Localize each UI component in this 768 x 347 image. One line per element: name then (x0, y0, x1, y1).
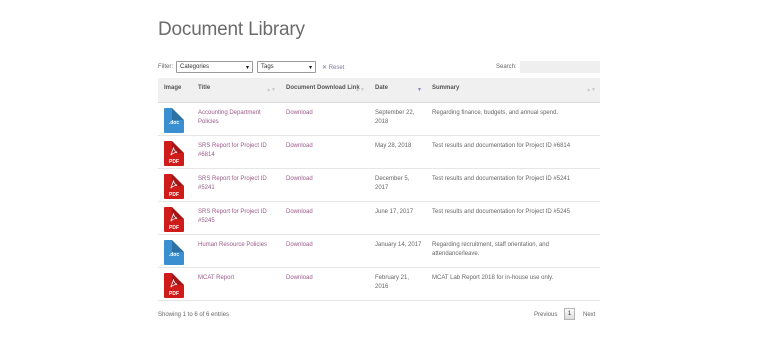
file-type-label: .doc (168, 120, 180, 126)
table-row: .doc Human Resource Policies Download Janua… (158, 234, 600, 268)
document-title-link[interactable]: SRS Report for Project ID #6814 (198, 143, 267, 158)
categories-select[interactable]: Categories ▾ (176, 61, 253, 73)
next-page-button[interactable]: Next (583, 312, 595, 318)
document-title-link[interactable]: Human Resource Policies (198, 242, 267, 248)
file-type-label: PDF (169, 192, 179, 198)
pdf-file-icon[interactable]: PDF (164, 207, 184, 232)
download-link[interactable]: Download (286, 176, 313, 182)
table-row: PDF SRS Report for Project ID #6814 Downlo… (158, 135, 600, 169)
pdf-glyph (170, 147, 178, 156)
download-cell: Download (280, 234, 369, 268)
date-cell: May 28, 2018 (369, 135, 426, 169)
image-cell: .doc (158, 234, 192, 268)
table-controls: Filter: Categories ▾ Tags ▾ ✕ Reset Sear… (158, 61, 600, 75)
doc-file-icon[interactable]: .doc (164, 240, 184, 265)
date-cell: June 17, 2017 (369, 201, 426, 235)
title-cell: Human Resource Policies (192, 234, 280, 268)
download-cell: Download (280, 102, 369, 136)
pdf-file-icon[interactable]: PDF (164, 174, 184, 199)
download-link[interactable]: Download (286, 242, 313, 248)
pdf-file-icon[interactable]: PDF (164, 141, 184, 166)
image-cell: .doc (158, 102, 192, 136)
pdf-file-icon[interactable]: PDF (164, 273, 184, 298)
document-title-link[interactable]: MCAT Report (198, 275, 234, 281)
image-cell: PDF (158, 201, 192, 235)
download-link[interactable]: Download (286, 275, 313, 281)
previous-page-button[interactable]: Previous (534, 312, 557, 318)
entries-info: Showing 1 to 6 of 6 entries (158, 312, 230, 318)
download-link[interactable]: Download (286, 143, 313, 149)
image-cell: PDF (158, 267, 192, 301)
date-cell: February 21, 2016 (369, 267, 426, 301)
reset-label: Reset (328, 65, 345, 71)
pdf-glyph (170, 213, 178, 222)
tags-select[interactable]: Tags ▾ (257, 61, 316, 73)
sort-icon: ▲▼ (266, 87, 276, 93)
download-cell: Download (280, 267, 369, 301)
reset-filter-link[interactable]: ✕ Reset (322, 64, 344, 71)
column-header-image: Image (158, 78, 192, 103)
filter-label: Filter: (158, 64, 173, 70)
table-row: PDF SRS Report for Project ID #5241 Downlo… (158, 168, 600, 202)
chevron-down-icon: ▾ (308, 65, 312, 71)
date-cell: January 14, 2017 (369, 234, 426, 268)
table-footer: Showing 1 to 6 of 6 entries Previous 1 N… (158, 308, 600, 325)
page-title: Document Library (158, 19, 305, 40)
sort-descending-icon: ▼ (417, 87, 422, 93)
download-cell: Download (280, 135, 369, 169)
pdf-glyph (170, 279, 178, 288)
table-row: PDF MCAT Report Download February 21, 2016 M… (158, 267, 600, 301)
download-cell: Download (280, 168, 369, 202)
sort-icon: ▲▼ (586, 87, 596, 93)
summary-cell: Test results and documentation for Proje… (426, 135, 600, 169)
chevron-down-icon: ▾ (245, 65, 249, 71)
date-cell: December 5, 2017 (369, 168, 426, 202)
summary-cell: Regarding recruitment, staff orientation… (426, 234, 600, 268)
column-header-download[interactable]: Document Download Link ▲▼ (280, 78, 369, 103)
document-title-link[interactable]: SRS Report for Project ID #5245 (198, 209, 267, 224)
documents-table: Image Title ▲▼ Document Download Link ▲▼ D… (158, 78, 600, 301)
title-cell: SRS Report for Project ID #5245 (192, 201, 280, 235)
title-cell: Accounting Department Policies (192, 102, 280, 136)
title-cell: MCAT Report (192, 267, 280, 301)
document-title-link[interactable]: SRS Report for Project ID #5241 (198, 176, 267, 191)
summary-cell: Test results and documentation for Proje… (426, 168, 600, 202)
summary-cell: MCAT Lab Report 2018 for in-house use on… (426, 267, 600, 301)
file-type-label: PDF (169, 225, 179, 231)
table-row: .doc Accounting Department Policies Downlo… (158, 102, 600, 136)
pdf-glyph (170, 180, 178, 189)
title-cell: SRS Report for Project ID #5241 (192, 168, 280, 202)
download-link[interactable]: Download (286, 110, 313, 116)
document-title-link[interactable]: Accounting Department Policies (198, 110, 261, 125)
file-type-label: PDF (169, 159, 179, 165)
image-cell: PDF (158, 168, 192, 202)
table-header-row: Image Title ▲▼ Document Download Link ▲▼ D… (158, 78, 600, 103)
column-header-title[interactable]: Title ▲▼ (192, 78, 280, 103)
table-row: PDF SRS Report for Project ID #5245 Downlo… (158, 201, 600, 235)
file-type-label: PDF (169, 291, 179, 297)
categories-select-value: Categories (180, 64, 210, 70)
sort-icon: ▲▼ (355, 87, 365, 93)
title-cell: SRS Report for Project ID #6814 (192, 135, 280, 169)
summary-cell: Test results and documentation for Proje… (426, 201, 600, 235)
summary-cell: Regarding finance, budgets, and annual s… (426, 102, 600, 136)
download-cell: Download (280, 201, 369, 235)
column-header-date[interactable]: Date ▼ (369, 78, 426, 103)
search-input[interactable] (520, 61, 600, 73)
date-cell: September 22, 2018 (369, 102, 426, 136)
column-header-summary[interactable]: Summary ▲▼ (426, 78, 600, 103)
download-link[interactable]: Download (286, 209, 313, 215)
page-1-button[interactable]: 1 (564, 308, 575, 320)
search-label: Search: (496, 64, 517, 70)
doc-file-icon[interactable]: .doc (164, 108, 184, 133)
file-type-label: .doc (168, 252, 180, 258)
reset-icon: ✕ (322, 65, 328, 71)
image-cell: PDF (158, 135, 192, 169)
tags-select-value: Tags (261, 64, 274, 70)
